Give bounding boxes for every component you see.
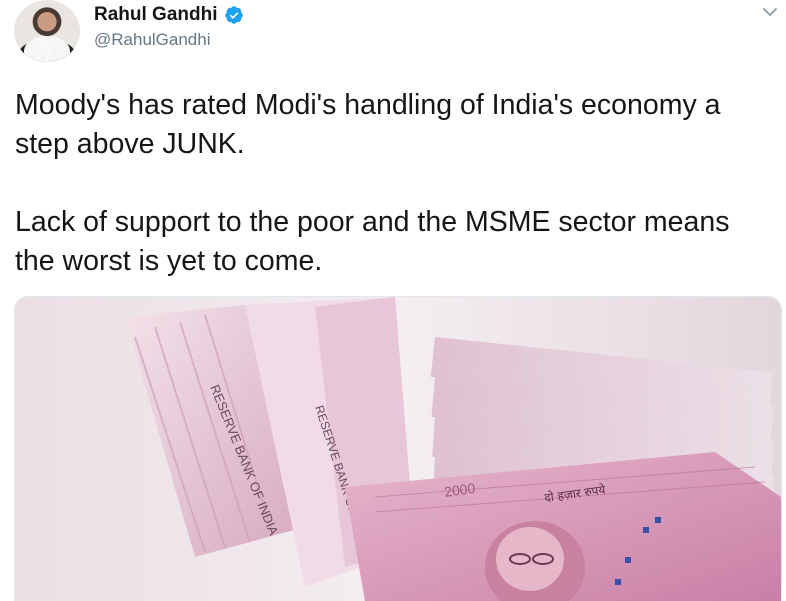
avatar[interactable] — [14, 0, 80, 62]
tweet-paragraph: Moody's has rated Modi's handling of Ind… — [15, 89, 721, 160]
chevron-down-icon[interactable] — [760, 2, 780, 22]
tweet-card: Rahul Gandhi @RahulGandhi Moody's has ra… — [0, 0, 786, 601]
tweet-text: Moody's has rated Modi's handling of Ind… — [15, 86, 775, 281]
author-name-row: Rahul Gandhi — [94, 4, 244, 26]
currency-notes-photo: RESERVE BANK OF INDIA RESERVE BANK OF IN… — [15, 297, 781, 601]
author-handle[interactable]: @RahulGandhi — [94, 30, 211, 50]
author-display-name[interactable]: Rahul Gandhi — [94, 4, 218, 26]
tweet-paragraph: Lack of support to the poor and the MSME… — [15, 206, 730, 277]
verified-badge-icon — [224, 5, 244, 25]
tweet-media-image[interactable]: RESERVE BANK OF INDIA RESERVE BANK OF IN… — [14, 296, 782, 601]
